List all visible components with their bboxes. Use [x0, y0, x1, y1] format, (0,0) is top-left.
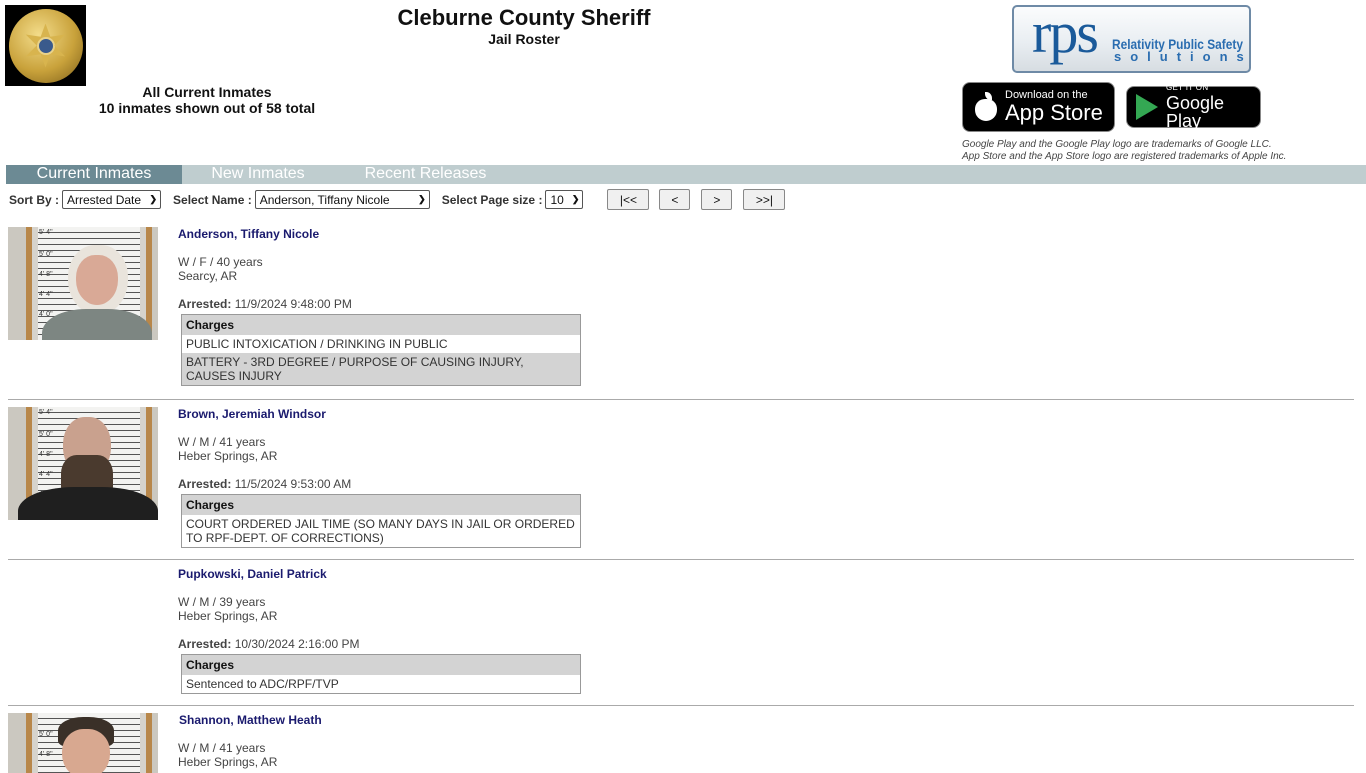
inmate-demographics: W / M / 41 years Heber Springs, AR: [178, 435, 277, 463]
inmate-race-sex-age: W / M / 41 years: [178, 741, 266, 755]
record-divider: [8, 559, 1354, 560]
rps-logo-line2: solutions: [1114, 49, 1251, 64]
arrested-date: 11/5/2024 9:53:00 AM: [234, 477, 352, 491]
roster-controls: Sort By : Arrested Date ❯ Select Name : …: [9, 189, 786, 210]
roster-tabs: Current Inmates New Inmates Recent Relea…: [6, 165, 1366, 184]
arrested-date: 10/30/2024 2:16:00 PM: [234, 637, 360, 651]
roster-summary: All Current Inmates 10 inmates shown out…: [30, 84, 384, 116]
record-divider: [8, 705, 1354, 706]
app-store-button[interactable]: Download on the App Store: [962, 82, 1115, 132]
height-mark: 5' 4": [39, 229, 53, 236]
inmate-demographics: W / M / 39 years Heber Springs, AR: [178, 595, 277, 623]
trademark-apple: App Store and the App Store logo are reg…: [962, 151, 1287, 162]
sort-by-label: Sort By :: [9, 192, 60, 207]
page-size-select[interactable]: 10 ❯: [545, 190, 584, 209]
height-mark: 4' 8": [39, 751, 53, 758]
charges-table: Charges PUBLIC INTOXICATION / DRINKING I…: [181, 314, 581, 386]
arrested-label: Arrested:: [178, 637, 232, 651]
summary-heading: All Current Inmates: [142, 84, 272, 100]
rps-logo[interactable]: rps Relativity Public Safety solutions: [1012, 5, 1251, 73]
tab-new-inmates[interactable]: New Inmates: [182, 165, 334, 184]
inmate-city: Heber Springs, AR: [178, 609, 278, 623]
tab-recent-releases[interactable]: Recent Releases: [334, 165, 517, 184]
arrested-label: Arrested:: [178, 477, 232, 491]
page-title: Cleburne County Sheriff: [397, 5, 651, 30]
height-mark: 4' 4": [39, 291, 53, 298]
charges-header: Charges: [182, 655, 580, 675]
height-mark: 4' 4": [39, 471, 53, 478]
page-size-value: 10: [550, 192, 564, 207]
app-store-big-text: App Store: [1005, 100, 1103, 125]
chevron-down-icon: ❯: [418, 194, 426, 204]
arrest-info: Arrested: 11/9/2024 9:48:00 PM: [178, 297, 352, 311]
charge-row: COURT ORDERED JAIL TIME (SO MANY DAYS IN…: [182, 515, 580, 547]
inmate-name-link[interactable]: Shannon, Matthew Heath: [179, 713, 322, 727]
google-play-icon: [1136, 94, 1158, 120]
prev-page-button[interactable]: <: [659, 189, 691, 210]
inmate-name-link[interactable]: Pupkowski, Daniel Patrick: [178, 567, 327, 581]
select-name-value: Anderson, Tiffany Nicole: [259, 192, 390, 207]
arrest-info: Arrested: 10/30/2024 2:16:00 PM: [178, 637, 359, 651]
trademark-google: Google Play and the Google Play logo are…: [962, 139, 1272, 150]
google-play-button[interactable]: GET IT ON Google Play: [1126, 83, 1261, 131]
tab-current-inmates[interactable]: Current Inmates: [6, 165, 182, 184]
inmate-race-sex-age: W / M / 41 years: [178, 435, 266, 449]
inmate-race-sex-age: W / F / 40 years: [178, 255, 263, 269]
record-divider: [8, 399, 1354, 400]
chevron-down-icon: ❯: [571, 194, 580, 204]
charge-row: PUBLIC INTOXICATION / DRINKING IN PUBLIC: [182, 335, 580, 353]
last-page-button[interactable]: >>|: [743, 189, 786, 210]
charges-header: Charges: [182, 495, 580, 515]
height-mark: 5' 4": [39, 409, 53, 416]
select-name-label: Select Name :: [173, 192, 252, 207]
trademark-notice: Google Play and the Google Play logo are…: [962, 139, 1286, 163]
sort-by-value: Arrested Date: [67, 192, 142, 207]
inmate-demographics: W / F / 40 years Searcy, AR: [178, 255, 263, 283]
rps-logo-mark: rps: [1032, 5, 1099, 65]
height-mark: 5' 0": [39, 731, 53, 738]
inmate-demographics: W / M / 41 years Heber Springs, AR: [178, 741, 277, 769]
sort-by-select[interactable]: Arrested Date ❯: [62, 190, 162, 209]
height-mark: 4' 8": [39, 271, 53, 278]
apple-icon: [973, 92, 999, 122]
inmate-count: 10 inmates shown out of 58 total: [98, 100, 316, 116]
inmate-city: Searcy, AR: [178, 269, 238, 283]
charges-table: Charges COURT ORDERED JAIL TIME (SO MANY…: [181, 494, 581, 548]
inmate-city: Heber Springs, AR: [178, 755, 278, 769]
charges-header: Charges: [182, 315, 580, 335]
height-mark: 4' 8": [39, 451, 53, 458]
charge-row: Sentenced to ADC/RPF/TVP: [182, 675, 580, 693]
page-subtitle: Jail Roster: [488, 31, 560, 47]
first-page-button[interactable]: |<<: [607, 189, 650, 210]
arrest-info: Arrested: 11/5/2024 9:53:00 AM: [178, 477, 351, 491]
height-mark: 5' 0": [39, 251, 53, 258]
google-play-big-text: Google Play: [1166, 93, 1225, 131]
mugshot-photo[interactable]: 5' 0" 4' 8": [8, 713, 158, 773]
page-size-label: Select Page size :: [441, 192, 543, 207]
inmate-race-sex-age: W / M / 39 years: [178, 595, 266, 609]
mugshot-photo[interactable]: 5' 4" 5' 0" 4' 8" 4' 4" 4' 0": [8, 407, 158, 520]
next-page-button[interactable]: >: [701, 189, 733, 210]
select-name-select[interactable]: Anderson, Tiffany Nicole ❯: [254, 190, 430, 209]
inmate-name-link[interactable]: Anderson, Tiffany Nicole: [178, 227, 319, 241]
inmate-city: Heber Springs, AR: [178, 449, 278, 463]
mugshot-photo[interactable]: 5' 4" 5' 0" 4' 8" 4' 4" 4' 0": [8, 227, 158, 340]
inmate-name-link[interactable]: Brown, Jeremiah Windsor: [178, 407, 326, 421]
height-mark: 4' 0": [39, 311, 53, 318]
charge-row: BATTERY - 3RD DEGREE / PURPOSE OF CAUSIN…: [182, 353, 580, 385]
arrested-date: 11/9/2024 9:48:00 PM: [234, 297, 352, 311]
chevron-down-icon: ❯: [149, 194, 158, 204]
arrested-label: Arrested:: [178, 297, 232, 311]
height-mark: 5' 0": [39, 431, 53, 438]
charges-table: Charges Sentenced to ADC/RPF/TVP: [181, 654, 581, 694]
google-play-small-text: GET IT ON: [1166, 83, 1209, 92]
